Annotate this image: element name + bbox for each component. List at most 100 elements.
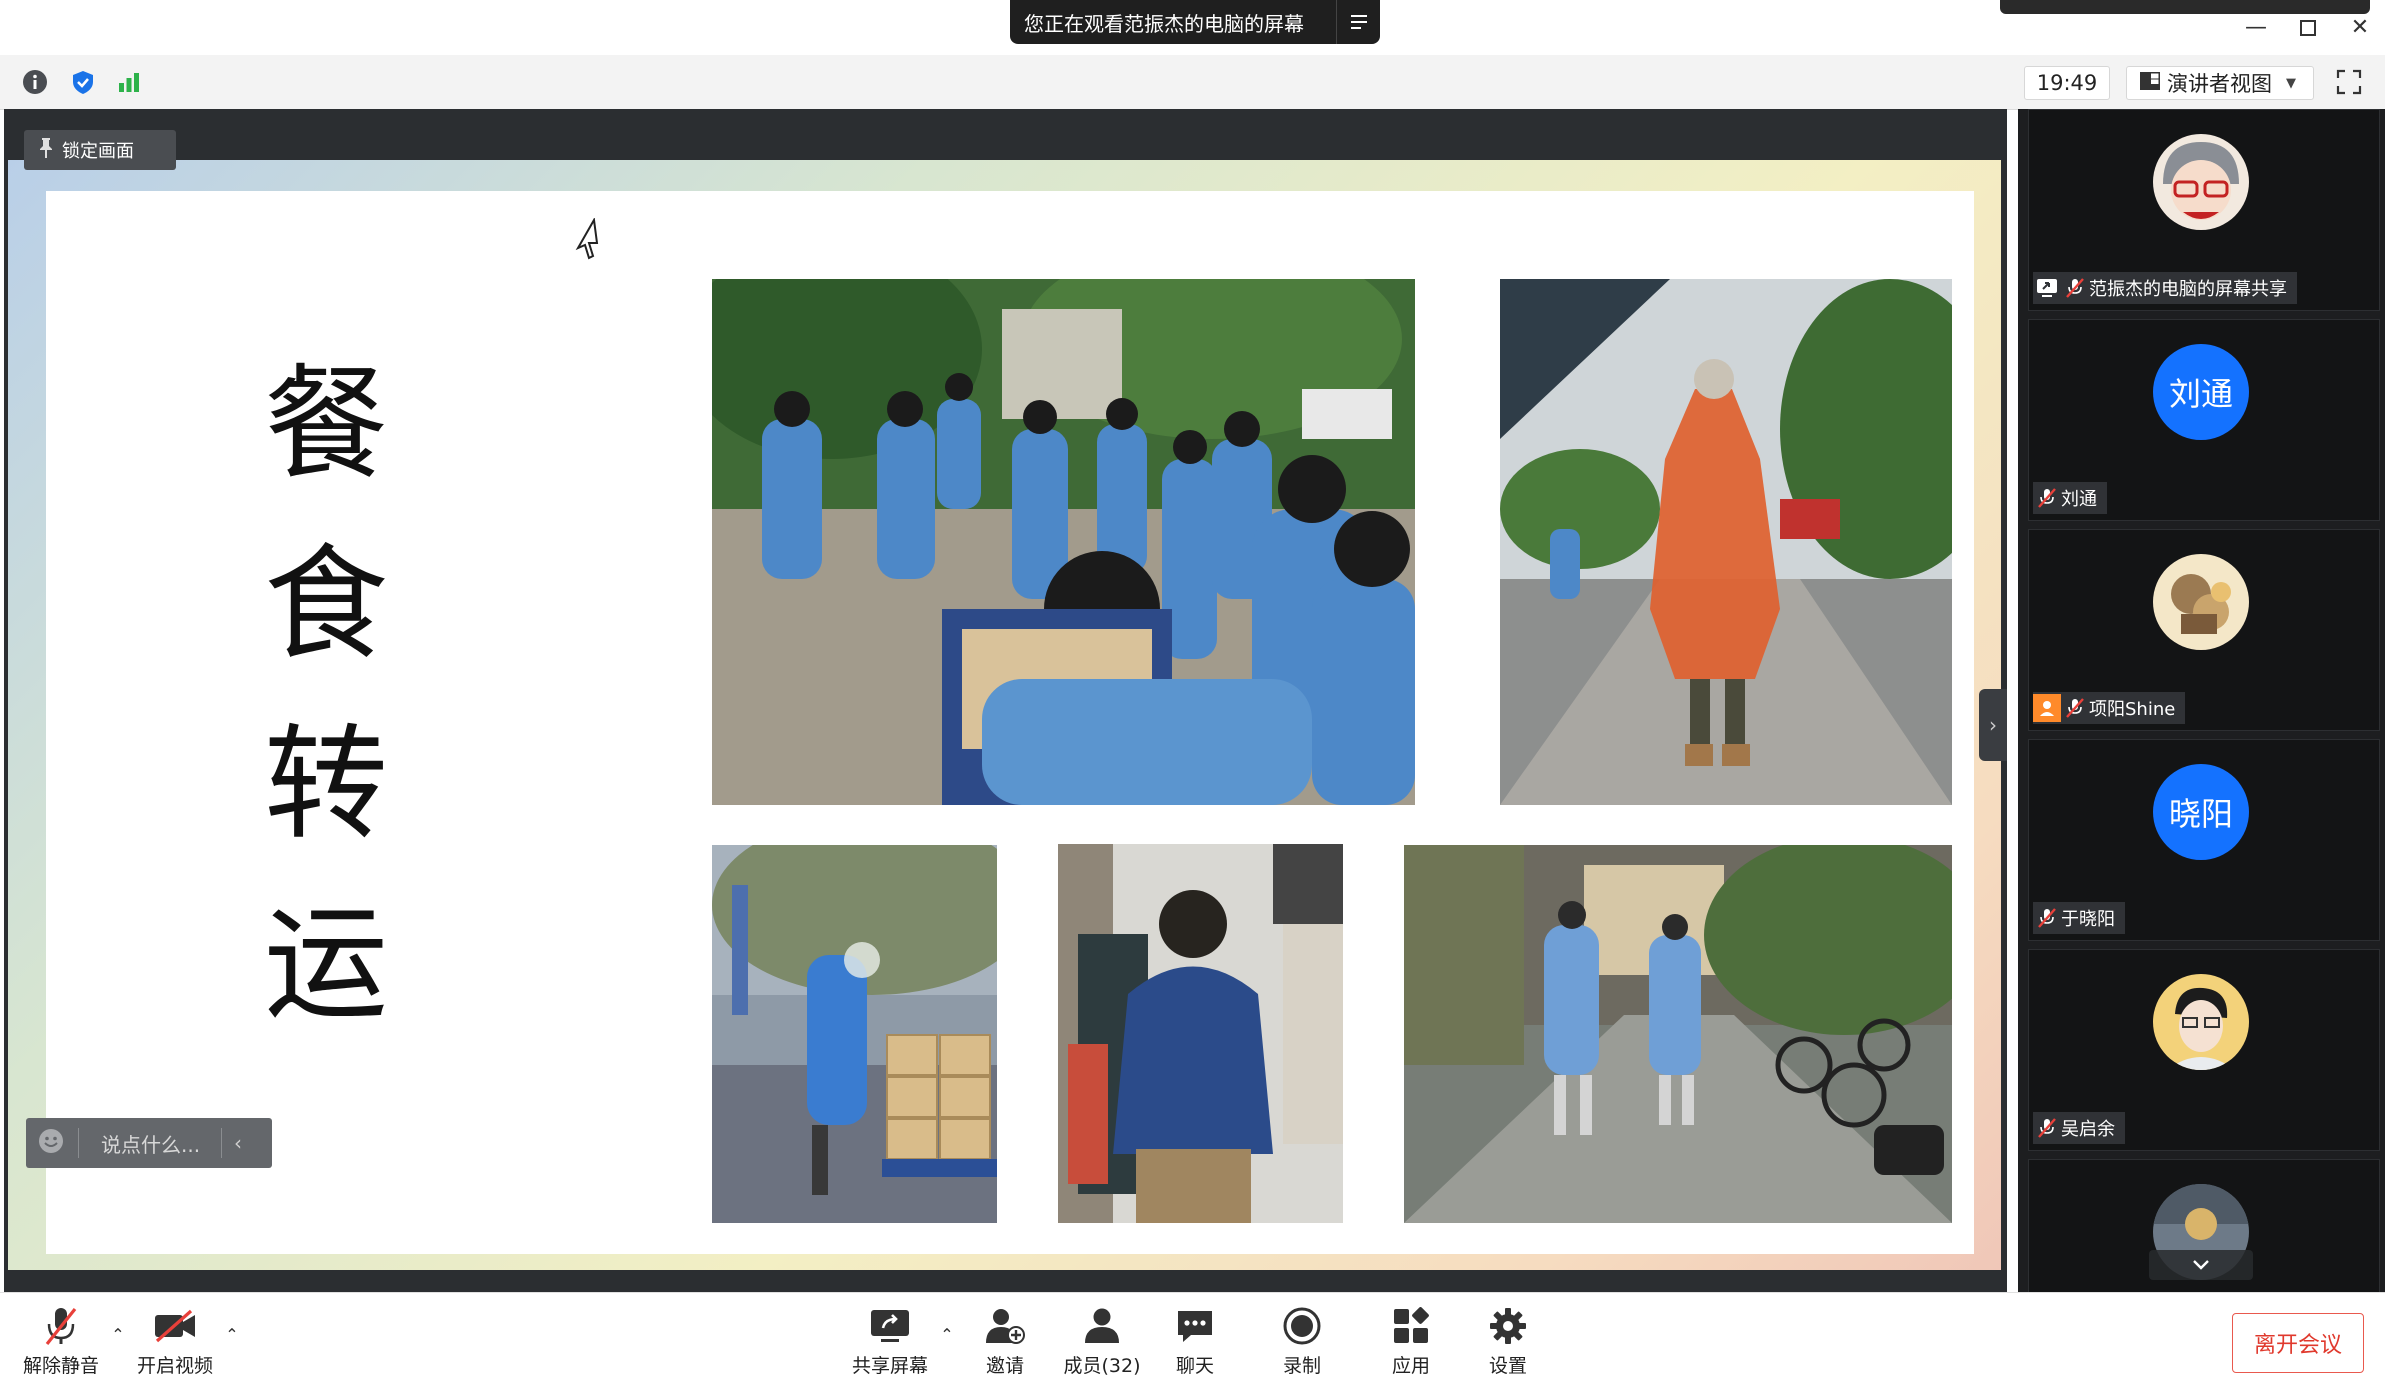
photo-avatar: [2153, 974, 2249, 1070]
participant-tile[interactable]: 范振杰的电脑的屏幕共享: [2028, 109, 2380, 311]
minimize-icon[interactable]: —: [2236, 10, 2276, 46]
slide-title-char: 食: [263, 533, 388, 677]
mic-muted-icon: [2033, 484, 2061, 512]
mic-muted-icon: [39, 1305, 83, 1347]
shared-screen: 餐 食 转 运 锁定画面 说点什么... ‹ ›: [4, 109, 2007, 1292]
chat-button[interactable]: 聊天: [1150, 1305, 1240, 1385]
meeting-controls: 解除静音 ⌃ 开启视频 ⌃ 共享屏幕 ⌃ 邀请 成员(32) 聊天 录制 应用 …: [0, 1292, 2385, 1392]
bear-avatar: [2153, 554, 2249, 650]
divider: [78, 1128, 79, 1158]
record-button[interactable]: 录制: [1257, 1305, 1347, 1385]
lock-view-label: 锁定画面: [62, 141, 134, 162]
apps-label: 应用: [1391, 1355, 1430, 1377]
unmute-button[interactable]: 解除静音: [16, 1305, 106, 1385]
mic-muted-icon: [2061, 694, 2089, 722]
participant-tile[interactable]: 刘通 刘通: [2028, 319, 2380, 521]
participant-panel: 范振杰的电脑的屏幕共享 刘通 刘通 项阳Shine 晓阳 于晓阳 吴启余: [2018, 109, 2385, 1293]
info-icon[interactable]: [20, 67, 50, 97]
gear-icon: [1486, 1305, 1530, 1347]
fullscreen-icon[interactable]: [2334, 67, 2364, 97]
slide-photo-blue-jacket: [1058, 844, 1343, 1223]
slide-photo-orange-raincoat: [1500, 279, 1952, 805]
avatar-initials: 晓阳: [2153, 764, 2249, 860]
participant-tile[interactable]: 晓阳 于晓阳: [2028, 739, 2380, 941]
participant-name-tag: 范振杰的电脑的屏幕共享: [2033, 272, 2297, 304]
mic-muted-icon: [2033, 1114, 2061, 1142]
mic-muted-icon: [2061, 274, 2089, 302]
record-icon: [1280, 1305, 1324, 1347]
participant-name-tag: 吴启余: [2033, 1112, 2125, 1144]
participant-name: 于晓阳: [2061, 909, 2115, 930]
view-layout-icon: [2139, 71, 2161, 96]
close-icon[interactable]: ✕: [2340, 10, 2380, 46]
emoji-icon[interactable]: [38, 1128, 64, 1159]
participant-name-tag: 刘通: [2033, 482, 2107, 514]
avatar-initials: 刘通: [2153, 344, 2249, 440]
signal-strength-icon[interactable]: [114, 67, 144, 97]
participant-name: 项阳Shine: [2089, 699, 2176, 720]
share-banner-text: 您正在观看范振杰的电脑的屏幕: [1024, 11, 1304, 36]
participant-tile[interactable]: 项阳Shine: [2028, 529, 2380, 731]
meeting-toolbar: 19:49 演讲者视图 ▼: [0, 55, 2385, 110]
slide-title-char: 运: [263, 893, 388, 1037]
panel-toggle-chevron-icon[interactable]: ›: [1979, 689, 2007, 761]
share-screen-icon: [868, 1305, 912, 1347]
participant-tile[interactable]: [2028, 1159, 2380, 1293]
user-badge-icon: [2033, 694, 2061, 722]
settings-label: 设置: [1488, 1355, 1527, 1377]
cursor-icon: [572, 216, 602, 264]
collapse-chevron-icon[interactable]: ‹: [234, 1131, 242, 1155]
apps-button[interactable]: 应用: [1366, 1305, 1456, 1385]
members-icon: [1080, 1305, 1124, 1347]
divider: [221, 1128, 222, 1158]
chat-label: 聊天: [1175, 1355, 1214, 1377]
start-video-label: 开启视频: [136, 1355, 213, 1377]
scroll-down-chevron-icon[interactable]: [2149, 1250, 2253, 1280]
quick-chat-bar[interactable]: 说点什么... ‹: [26, 1118, 272, 1168]
apps-grid-icon: [1389, 1305, 1433, 1347]
pin-icon: [38, 137, 54, 164]
view-mode-label: 演讲者视图: [2167, 72, 2272, 96]
slide-photo-box-cart: [712, 845, 997, 1223]
share-banner: 您正在观看范振杰的电脑的屏幕: [1010, 0, 1380, 44]
camera-off-icon: [153, 1305, 197, 1347]
participant-name: 刘通: [2061, 489, 2097, 510]
participant-name: 吴启余: [2061, 1119, 2115, 1140]
meeting-clock: 19:49: [2024, 66, 2110, 100]
lock-view-button[interactable]: 锁定画面: [24, 130, 176, 170]
security-shield-icon[interactable]: [68, 67, 98, 97]
invite-button[interactable]: 邀请: [960, 1305, 1050, 1385]
participant-name-tag: 于晓阳: [2033, 902, 2125, 934]
cartoon-avatar: [2153, 134, 2249, 230]
unmute-label: 解除静音: [22, 1355, 99, 1377]
record-label: 录制: [1282, 1355, 1321, 1377]
members-label: 成员(32): [1063, 1355, 1141, 1377]
share-options-chevron-icon[interactable]: ⌃: [937, 1325, 957, 1345]
participant-name-tag: 项阳Shine: [2033, 692, 2186, 724]
slide-title-char: 餐: [263, 353, 388, 497]
leave-meeting-button[interactable]: 离开会议: [2232, 1313, 2364, 1373]
participant-tile[interactable]: 吴启余: [2028, 949, 2380, 1151]
slide-photo-volunteers-cart: [712, 279, 1415, 805]
invite-label: 邀请: [985, 1355, 1024, 1377]
banner-menu-icon[interactable]: [1336, 0, 1380, 44]
maximize-icon[interactable]: [2288, 10, 2328, 46]
chevron-down-icon: ▼: [2286, 75, 2296, 91]
chat-input-field[interactable]: 说点什么...: [101, 1129, 221, 1158]
start-video-button[interactable]: 开启视频: [130, 1305, 220, 1385]
settings-button[interactable]: 设置: [1463, 1305, 1553, 1385]
video-options-chevron-icon[interactable]: ⌃: [222, 1325, 242, 1345]
share-screen-label: 共享屏幕: [851, 1355, 928, 1377]
add-user-icon: [983, 1305, 1027, 1347]
chat-bubble-icon: [1173, 1305, 1217, 1347]
slide-title-char: 转: [263, 713, 388, 857]
mic-muted-icon: [2033, 904, 2061, 932]
members-button[interactable]: 成员(32): [1057, 1305, 1147, 1385]
slide-photo-walking: [1404, 845, 1952, 1223]
share-screen-button[interactable]: 共享屏幕: [845, 1305, 935, 1385]
presentation-slide: 餐 食 转 运: [46, 191, 1974, 1254]
view-mode-select[interactable]: 演讲者视图 ▼: [2126, 66, 2314, 100]
screen-share-icon: [2033, 274, 2061, 302]
audio-options-chevron-icon[interactable]: ⌃: [108, 1325, 128, 1345]
participant-name: 范振杰的电脑的屏幕共享: [2089, 279, 2287, 300]
